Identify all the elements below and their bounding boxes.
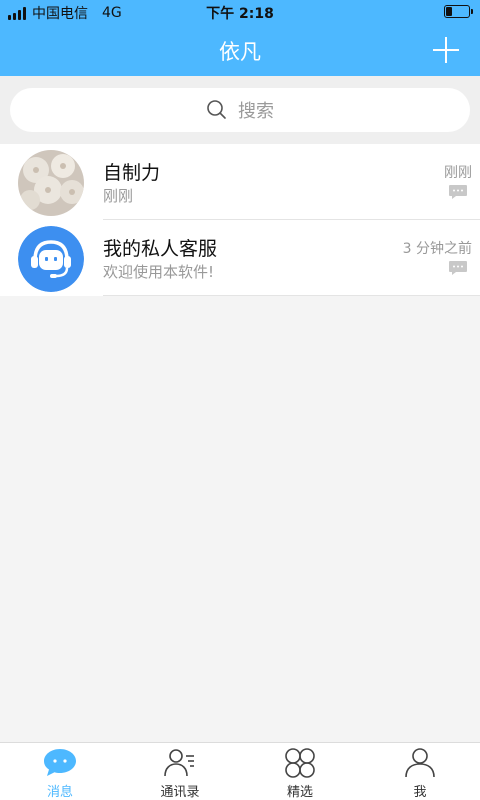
photo-avatar	[18, 150, 84, 216]
conversation-preview: 刚刚	[103, 187, 134, 205]
battery-level	[446, 7, 452, 16]
tab-label: 消息	[46, 785, 73, 800]
chat-bubble-icon	[44, 749, 76, 776]
conversation-list: 自制力 刚刚 刚刚 我的私人客服 欢迎使用本软件! 3 分钟之前	[0, 144, 480, 296]
page-title: 依凡	[219, 40, 261, 64]
tab-featured[interactable]: 精选	[240, 743, 360, 800]
grid-circles-icon	[285, 748, 315, 778]
conversation-row[interactable]: 我的私人客服 欢迎使用本软件! 3 分钟之前	[0, 220, 480, 296]
conversation-name: 我的私人客服	[103, 238, 218, 260]
plus-icon	[433, 37, 459, 63]
tab-me[interactable]: 我	[360, 743, 480, 800]
tab-contacts[interactable]: 通讯录	[120, 743, 240, 800]
tab-messages[interactable]: 消息	[0, 743, 120, 800]
search-area: 搜索	[0, 76, 480, 144]
tab-label: 通讯录	[160, 785, 200, 800]
person-icon	[405, 748, 435, 778]
conversation-time: 刚刚	[444, 165, 472, 181]
conversation-name: 自制力	[103, 162, 161, 184]
headset-avatar	[18, 226, 84, 292]
message-icon	[449, 185, 467, 199]
row-divider	[103, 295, 480, 296]
conversation-row[interactable]: 自制力 刚刚 刚刚	[0, 144, 480, 220]
conversation-time: 3 分钟之前	[402, 241, 472, 257]
battery-icon	[444, 5, 473, 18]
message-icon	[449, 261, 467, 275]
add-button[interactable]	[430, 34, 462, 66]
search-input[interactable]: 搜索	[10, 88, 470, 132]
search-placeholder: 搜索	[238, 101, 274, 122]
status-bar: 中国电信 4G 下午 2:18	[0, 0, 480, 24]
tab-bar: 消息 通讯录 精选 我	[0, 742, 480, 800]
search-icon	[207, 100, 226, 119]
tab-label: 我	[413, 785, 427, 800]
tab-label: 精选	[286, 785, 313, 800]
nav-bar: 依凡	[0, 24, 480, 76]
contacts-icon	[164, 749, 194, 777]
conversation-preview: 欢迎使用本软件!	[103, 263, 215, 281]
status-time: 下午 2:18	[206, 6, 274, 22]
